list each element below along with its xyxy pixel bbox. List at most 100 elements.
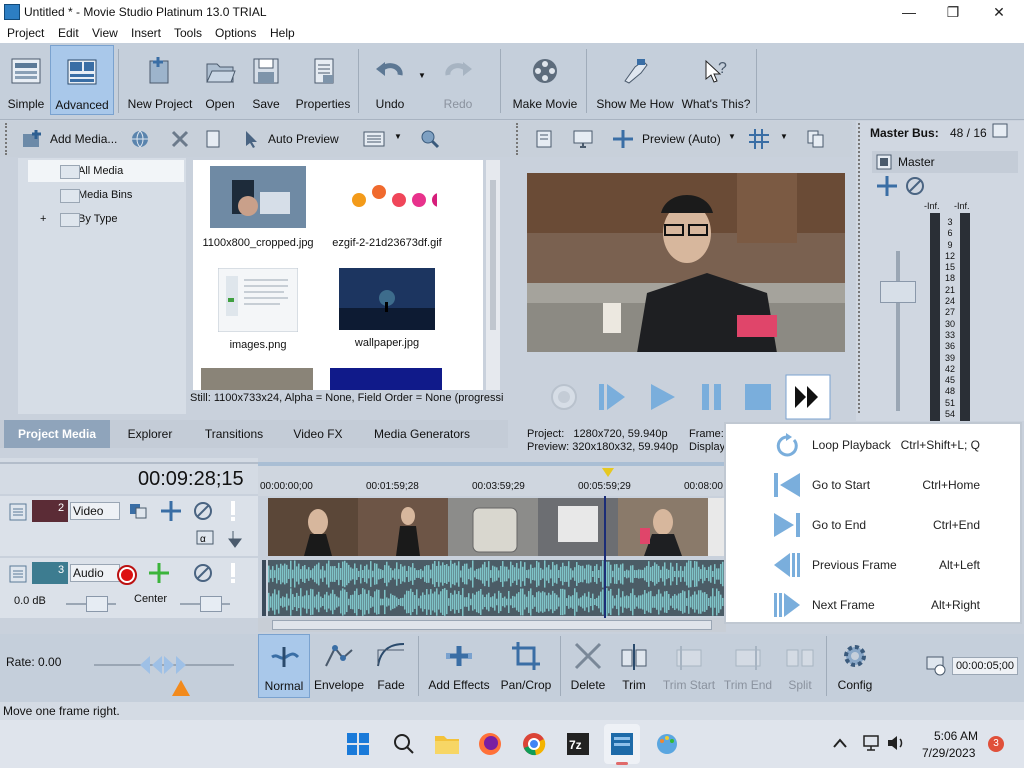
grid-overlay-icon[interactable] (748, 128, 770, 150)
maximize-button[interactable]: ❐ (930, 0, 976, 24)
preview-quality-dropdown[interactable]: Preview (Auto) (642, 132, 721, 146)
tab-video-fx[interactable]: Video FX (280, 420, 356, 448)
media-thumb-partial[interactable] (330, 368, 442, 390)
media-thumb-partial[interactable] (201, 368, 313, 390)
master-mute-icon[interactable] (904, 175, 926, 197)
mixer-properties-icon[interactable] (992, 123, 1010, 139)
transport-menu-icon[interactable] (785, 374, 831, 420)
tab-project-media[interactable]: Project Media (4, 420, 110, 448)
new-project-button[interactable]: New Project (124, 45, 196, 115)
tree-item-all-media[interactable]: All Media (28, 160, 184, 182)
minimize-button[interactable]: — (886, 0, 932, 24)
split-screen-icon[interactable] (612, 129, 634, 149)
default-duration-field[interactable]: 00:00:05;00 (952, 657, 1018, 675)
tab-transitions[interactable]: Transitions (190, 420, 278, 448)
grid-dropdown-arrow[interactable]: ▼ (780, 132, 788, 141)
scrollbar-thumb[interactable] (490, 180, 496, 330)
menu-help[interactable]: Help (270, 26, 295, 40)
7zip-icon[interactable]: 7z (566, 732, 590, 756)
whats-this-button[interactable]: ? What's This? (680, 45, 752, 115)
timeline-ruler[interactable]: 00:00:00;00 00:01:59;28 00:03:59;29 00:0… (258, 462, 726, 496)
open-button[interactable]: Open (198, 45, 242, 115)
trim-start-button[interactable]: Trim Start (658, 634, 720, 698)
search-icon[interactable] (392, 732, 416, 756)
undo-dropdown-arrow[interactable]: ▼ (418, 71, 426, 80)
rate-reset-icon[interactable] (170, 678, 192, 698)
menu-item-next-frame[interactable]: Next Frame Alt+Right (726, 584, 1020, 624)
fade-tool[interactable]: Fade (368, 634, 414, 698)
split-button[interactable]: Split (778, 634, 822, 698)
panel-grip[interactable] (516, 123, 524, 155)
timeline-scrollbar[interactable] (258, 618, 726, 632)
menu-project[interactable]: Project (7, 26, 44, 40)
preview-quality-arrow[interactable]: ▼ (728, 132, 736, 141)
playhead-cursor[interactable] (604, 496, 606, 618)
tab-explorer[interactable]: Explorer (112, 420, 188, 448)
media-thumb-ezgif[interactable]: ezgif-2-21d23673df.gif (323, 162, 451, 260)
clock-date[interactable]: 7/29/2023 (922, 746, 975, 760)
rate-slider-handle[interactable] (138, 654, 188, 676)
tab-media-generators[interactable]: Media Generators (358, 420, 486, 448)
arm-record-icon[interactable] (116, 564, 138, 586)
tree-item-by-type[interactable]: + By Type (28, 208, 184, 230)
save-button[interactable]: Save (246, 45, 286, 115)
view-dropdown-arrow[interactable]: ▼ (394, 132, 402, 141)
timecode-display[interactable]: 00:09:28;15 (138, 468, 244, 491)
make-movie-button[interactable]: Make Movie (508, 45, 582, 115)
track-mute-icon[interactable] (192, 500, 214, 522)
video-preview-properties-icon[interactable] (534, 129, 554, 149)
movie-studio-taskbar-icon[interactable] (610, 732, 634, 756)
firefox-icon[interactable] (478, 732, 502, 756)
search-icon[interactable] (420, 129, 440, 149)
media-scrollbar[interactable] (486, 160, 500, 390)
track-expand-icon[interactable] (8, 502, 28, 522)
clock-time[interactable]: 5:06 AM (934, 729, 978, 743)
delete-button[interactable]: Delete (566, 634, 610, 698)
envelope-edit-tool[interactable]: Envelope (312, 634, 366, 698)
make-compositing-child-icon[interactable] (228, 530, 242, 548)
track-mute-icon[interactable] (192, 562, 214, 584)
playhead-marker-icon[interactable] (602, 468, 614, 478)
notification-badge[interactable]: 3 (988, 736, 1004, 752)
media-thumb-images-png[interactable]: images.png (194, 264, 322, 362)
simple-mode-button[interactable]: Simple (4, 45, 48, 115)
copy-snapshot-icon[interactable] (806, 129, 826, 149)
paint-icon[interactable] (654, 732, 680, 756)
media-thumb-wallpaper[interactable]: wallpaper.jpg (323, 264, 451, 362)
record-button-icon[interactable] (549, 382, 579, 412)
remove-media-icon[interactable] (170, 129, 190, 149)
monitor-icon[interactable] (572, 129, 594, 149)
track-expand-icon[interactable] (8, 564, 28, 584)
close-button[interactable]: ✕ (976, 0, 1022, 24)
redo-button[interactable]: Redo (436, 45, 480, 115)
globe-icon[interactable] (130, 129, 150, 149)
media-properties-icon[interactable] (204, 129, 224, 149)
master-fx-icon[interactable] (876, 175, 898, 197)
file-explorer-icon[interactable] (434, 732, 460, 756)
trim-end-button[interactable]: Trim End (720, 634, 776, 698)
view-list-icon[interactable] (362, 129, 386, 149)
pause-icon[interactable] (695, 380, 729, 414)
track-solo-icon[interactable] (226, 500, 240, 522)
track-solo-icon[interactable] (226, 562, 240, 584)
tray-chevron-up-icon[interactable] (832, 736, 848, 750)
trim-button[interactable]: Trim (612, 634, 656, 698)
menu-item-loop-playback[interactable]: Loop Playback Ctrl+Shift+L; Q (726, 424, 1020, 464)
chrome-icon[interactable] (522, 732, 546, 756)
volume-slider[interactable] (86, 596, 108, 612)
play-from-start-icon[interactable] (595, 380, 629, 414)
track-motion-icon[interactable] (128, 502, 148, 520)
add-effects-button[interactable]: Add Effects (426, 634, 492, 698)
panel-grip[interactable] (858, 123, 866, 413)
video-track-name[interactable]: Video (70, 502, 120, 520)
panel-grip[interactable] (5, 123, 13, 155)
properties-button[interactable]: Properties (292, 45, 354, 115)
menu-item-go-to-start[interactable]: Go to Start Ctrl+Home (726, 464, 1020, 504)
menu-insert[interactable]: Insert (131, 26, 161, 40)
menu-options[interactable]: Options (215, 26, 256, 40)
config-button[interactable]: Config (832, 634, 878, 698)
audio-track-name[interactable]: Audio (70, 564, 120, 582)
stop-icon[interactable] (741, 380, 775, 414)
pan-slider[interactable] (200, 596, 222, 612)
advanced-mode-button[interactable]: Advanced (50, 45, 114, 115)
